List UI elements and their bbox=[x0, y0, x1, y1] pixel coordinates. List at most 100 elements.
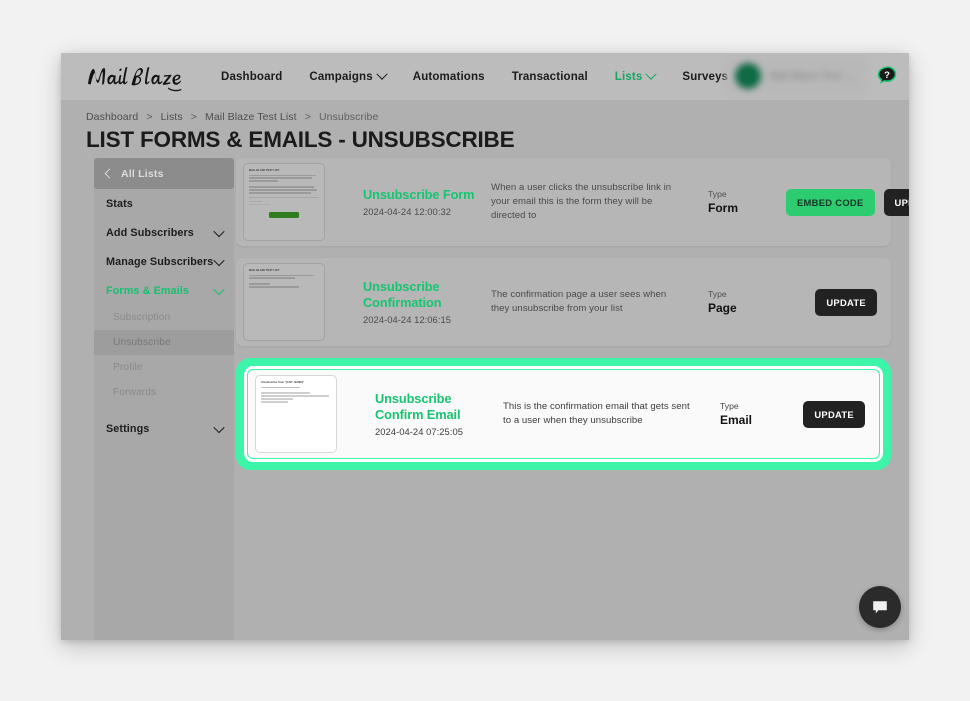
sidebar-subitem-profile[interactable]: Profile bbox=[94, 355, 234, 380]
user-account-menu[interactable]: Mail Blaze Test bbox=[726, 57, 866, 95]
card-actions: EMBED CODE UPDATE bbox=[786, 188, 909, 216]
card-type-label: Type bbox=[720, 401, 739, 411]
update-button[interactable]: UPDATE bbox=[815, 288, 877, 316]
thumbnail-preview[interactable]: Unsubscribe from "[LIST_NAME]" bbox=[255, 375, 337, 453]
form-card-unsubscribe-confirm-email[interactable]: Unsubscribe from "[LIST_NAME]" Unsubscri… bbox=[247, 369, 880, 459]
sidebar-item-manage-subscribers[interactable]: Manage Subscribers bbox=[94, 247, 234, 276]
sidebar-subitem-subscription[interactable]: Subscription bbox=[94, 305, 234, 330]
nav-label: Lists bbox=[614, 70, 643, 83]
breadcrumb-separator: > bbox=[146, 111, 153, 123]
highlight-focus-ring: Unsubscribe from "[LIST_NAME]" Unsubscri… bbox=[236, 358, 891, 470]
sidebar-item-add-subscribers[interactable]: Add Subscribers bbox=[94, 218, 234, 247]
sidebar-item-label: Forms & Emails bbox=[106, 284, 190, 297]
sidebar-subitem-label: Subscription bbox=[113, 312, 171, 323]
nav-label: Automations bbox=[412, 70, 485, 83]
thumbnail-preview[interactable]: MAIL BLAZE TEST LIST bbox=[243, 263, 325, 341]
thumbnail-title: MAIL BLAZE TEST LIST bbox=[249, 169, 280, 172]
help-question-bubble-icon[interactable]: ? bbox=[874, 63, 900, 89]
sidebar-item-label: Stats bbox=[106, 197, 133, 210]
card-description: The confirmation page a user sees when t… bbox=[491, 289, 667, 314]
nav-label: Campaigns bbox=[309, 70, 373, 83]
sidebar-item-stats[interactable]: Stats bbox=[94, 189, 234, 218]
avatar bbox=[735, 63, 761, 89]
card-date: 2024-04-24 12:00:32 bbox=[363, 206, 452, 217]
breadcrumb-item-unsubscribe: Unsubscribe bbox=[318, 111, 379, 123]
card-title-link[interactable]: Unsubscribe Confirmation bbox=[363, 279, 491, 311]
form-card-unsubscribe-confirmation[interactable]: MAIL BLAZE TEST LIST Unsubscribe Confirm… bbox=[236, 258, 891, 346]
chevron-down-icon bbox=[845, 71, 856, 81]
nav-link-automations[interactable]: Automations bbox=[413, 71, 485, 83]
sidebar-item-settings[interactable]: Settings bbox=[94, 414, 234, 443]
card-title-link[interactable]: Unsubscribe Form bbox=[363, 187, 491, 203]
svg-text:?: ? bbox=[884, 70, 890, 81]
chevron-down-icon bbox=[213, 421, 225, 433]
card-type-block: Type Form bbox=[708, 189, 786, 215]
nav-link-campaigns[interactable]: Campaigns bbox=[309, 68, 388, 83]
card-type-value: Email bbox=[720, 413, 753, 427]
card-type-block: Type Email bbox=[720, 401, 798, 427]
card-actions: UPDATE bbox=[786, 288, 891, 316]
chevron-down-icon bbox=[645, 68, 658, 80]
card-date: 2024-04-24 07:25:05 bbox=[375, 426, 464, 437]
thumbnail-title: Unsubscribe from "[LIST_NAME]" bbox=[261, 381, 305, 384]
forms-and-emails-list: MAIL BLAZE TEST LIST Unsubscribe Form 20… bbox=[236, 158, 909, 482]
card-description: This is the confirmation email that gets… bbox=[503, 401, 690, 426]
update-button[interactable]: UPDATE bbox=[803, 400, 865, 428]
sidebar-back-label: All Lists bbox=[121, 167, 164, 180]
form-card-unsubscribe-form[interactable]: MAIL BLAZE TEST LIST Unsubscribe Form 20… bbox=[236, 158, 909, 246]
sidebar-subitem-label: Unsubscribe bbox=[113, 337, 171, 348]
thumbnail-preview[interactable]: MAIL BLAZE TEST LIST bbox=[243, 163, 325, 241]
chat-widget-button[interactable] bbox=[859, 586, 901, 628]
chevron-down-icon bbox=[213, 225, 225, 237]
embed-code-button[interactable]: EMBED CODE bbox=[786, 188, 875, 216]
sidebar-subitem-forwards[interactable]: Forwards bbox=[94, 380, 234, 405]
app-window: Dashboard Campaigns Automations Transact… bbox=[61, 53, 909, 640]
sidebar-item-label: Settings bbox=[106, 422, 150, 435]
card-title-link[interactable]: Unsubscribe Confirm Email bbox=[375, 391, 503, 423]
user-name-label: Mail Blaze Test bbox=[770, 70, 841, 82]
breadcrumb: Dashboard > Lists > Mail Blaze Test List… bbox=[86, 111, 378, 123]
thumbnail-title: MAIL BLAZE TEST LIST bbox=[249, 269, 280, 272]
sidebar-back-to-all-lists[interactable]: All Lists bbox=[94, 158, 234, 189]
chevron-down-icon bbox=[376, 68, 388, 80]
card-type-label: Type bbox=[708, 189, 727, 199]
sidebar-subitem-unsubscribe[interactable]: Unsubscribe bbox=[94, 330, 234, 355]
card-name-block: Unsubscribe Confirmation 2024-04-24 12:0… bbox=[363, 279, 491, 325]
card-type-block: Type Page bbox=[708, 289, 786, 315]
nav-link-lists[interactable]: Lists bbox=[614, 68, 658, 83]
page-title: LIST FORMS & EMAILS - UNSUBSCRIBE bbox=[86, 127, 515, 152]
nav-label: Surveys bbox=[682, 70, 729, 83]
chevron-left-icon bbox=[104, 168, 115, 179]
card-type-value: Page bbox=[708, 301, 737, 315]
card-date: 2024-04-24 12:06:15 bbox=[363, 314, 452, 325]
card-description: When a user clicks the unsubscribe link … bbox=[491, 182, 672, 221]
top-navigation-bar: Dashboard Campaigns Automations Transact… bbox=[61, 53, 909, 100]
chat-bubble-icon bbox=[873, 601, 887, 614]
chevron-down-icon bbox=[213, 254, 225, 266]
sidebar-item-forms-and-emails[interactable]: Forms & Emails bbox=[94, 276, 234, 305]
update-button[interactable]: UPDATE bbox=[883, 188, 909, 216]
nav-link-surveys[interactable]: Surveys bbox=[682, 71, 728, 83]
breadcrumb-separator: > bbox=[190, 111, 197, 123]
breadcrumb-item-list-name[interactable]: Mail Blaze Test List bbox=[205, 111, 297, 123]
sidebar-subitem-label: Profile bbox=[113, 362, 143, 373]
primary-nav-links: Dashboard Campaigns Automations Transact… bbox=[221, 68, 728, 83]
chevron-down-icon bbox=[213, 283, 225, 295]
mailblaze-logo[interactable] bbox=[85, 62, 189, 92]
breadcrumb-item-lists[interactable]: Lists bbox=[161, 111, 183, 123]
nav-label: Transactional bbox=[511, 70, 588, 83]
thumbnail-submit-button bbox=[269, 212, 299, 219]
breadcrumb-item-dashboard[interactable]: Dashboard bbox=[86, 111, 138, 123]
card-name-block: Unsubscribe Form 2024-04-24 12:00:32 bbox=[363, 187, 491, 217]
card-type-label: Type bbox=[708, 289, 727, 299]
nav-label: Dashboard bbox=[221, 70, 283, 83]
card-actions: UPDATE bbox=[798, 400, 879, 428]
nav-link-dashboard[interactable]: Dashboard bbox=[221, 71, 282, 83]
highlight-inner-ring: Unsubscribe from "[LIST_NAME]" Unsubscri… bbox=[244, 366, 883, 462]
sidebar-item-label: Manage Subscribers bbox=[106, 255, 214, 268]
sidebar: All Lists Stats Add Subscribers Manage S… bbox=[94, 158, 234, 640]
card-type-value: Form bbox=[708, 201, 738, 215]
sidebar-item-label: Add Subscribers bbox=[106, 226, 194, 239]
card-name-block: Unsubscribe Confirm Email 2024-04-24 07:… bbox=[375, 391, 503, 437]
nav-link-transactional[interactable]: Transactional bbox=[512, 71, 588, 83]
